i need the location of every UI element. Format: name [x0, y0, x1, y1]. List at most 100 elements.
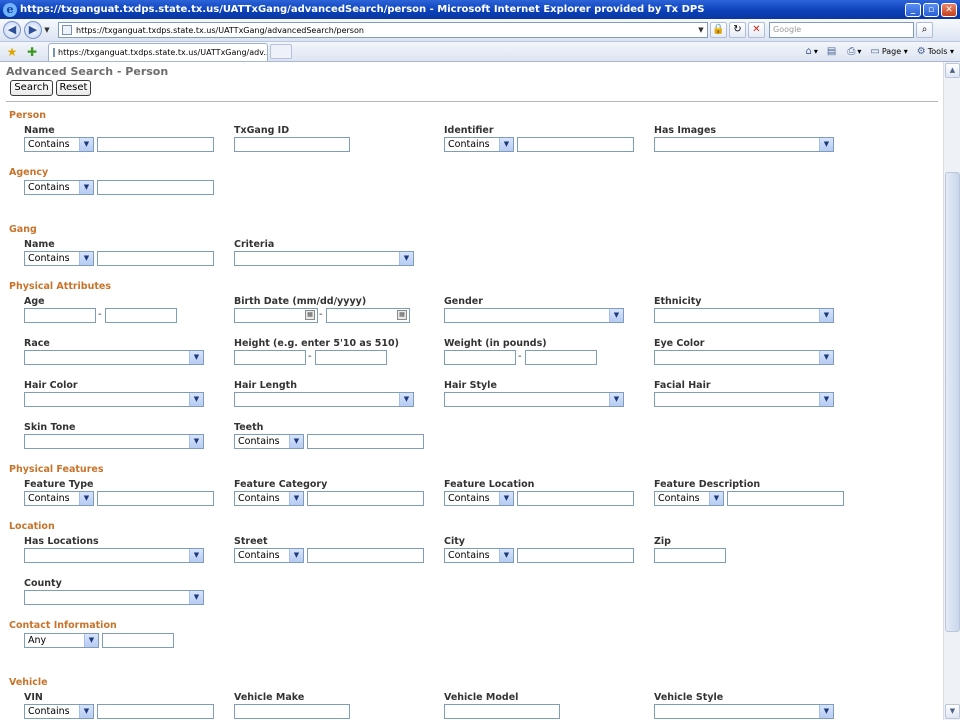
feature-description-operator-select[interactable]: Contains ▼ — [654, 491, 724, 506]
gang-name-input[interactable] — [97, 251, 214, 266]
zip-input[interactable] — [654, 548, 726, 563]
minimize-button[interactable]: _ — [905, 2, 921, 17]
label-teeth: Teeth — [234, 422, 264, 433]
refresh-icon[interactable]: ↻ — [729, 22, 746, 38]
vehicle-make-input[interactable] — [234, 704, 350, 719]
name-input[interactable] — [97, 137, 214, 152]
vin-input[interactable] — [97, 704, 214, 719]
lock-icon[interactable]: 🔒 — [710, 22, 727, 38]
identifier-operator-select[interactable]: Contains ▼ — [444, 137, 514, 152]
identifier-input[interactable] — [517, 137, 634, 152]
search-input[interactable]: Google — [769, 22, 914, 38]
tab-current[interactable]: https://txganguat.txdps.state.tx.us/UATT… — [48, 42, 268, 61]
search-icon[interactable]: ⌕ — [916, 22, 933, 38]
calendar-icon[interactable]: ▦ — [305, 310, 315, 320]
label-height: Height (e.g. enter 5'10 as 510) — [234, 338, 399, 349]
has-locations-select[interactable]: ▼ — [24, 548, 204, 563]
home-icon: ⌂ — [805, 46, 812, 57]
agency-operator-select[interactable]: Contains ▼ — [24, 180, 94, 195]
section-gang: Gang — [9, 224, 37, 235]
race-select[interactable]: ▼ — [24, 350, 204, 365]
vehicle-model-input[interactable] — [444, 704, 560, 719]
chevron-down-icon: ▼ — [609, 393, 623, 406]
street-operator-select[interactable]: Contains ▼ — [234, 548, 304, 563]
chevron-down-icon: ▼ — [189, 549, 203, 562]
street-input[interactable] — [307, 548, 424, 563]
address-bar[interactable]: https://txganguat.txdps.state.tx.us/UATT… — [58, 22, 708, 38]
label-hair-style: Hair Style — [444, 380, 497, 391]
label-has-locations: Has Locations — [24, 536, 99, 547]
page-title: Advanced Search - Person — [6, 65, 169, 78]
feature-type-input[interactable] — [97, 491, 214, 506]
history-dropdown-icon[interactable]: ▼ — [42, 26, 52, 34]
chevron-down-icon: ▼ — [79, 705, 93, 718]
feature-location-input[interactable] — [517, 491, 634, 506]
contact-type-select[interactable]: Any ▼ — [24, 633, 99, 648]
hair-length-select[interactable]: ▼ — [234, 392, 414, 407]
name-operator-select[interactable]: Contains ▼ — [24, 137, 94, 152]
has-images-select[interactable]: ▼ — [654, 137, 834, 152]
label-vin: VIN — [24, 692, 43, 703]
height-from-input[interactable] — [234, 350, 306, 365]
feeds-button[interactable]: ▤ — [827, 46, 838, 57]
home-button[interactable]: ⌂ ▾ — [806, 46, 818, 57]
add-favorites-icon[interactable]: ✚ — [24, 45, 40, 59]
ethnicity-select[interactable]: ▼ — [654, 308, 834, 323]
vertical-scrollbar[interactable]: ▲ ▼ — [943, 62, 960, 720]
txgang-id-input[interactable] — [234, 137, 350, 152]
gang-name-operator-select[interactable]: Contains ▼ — [24, 251, 94, 266]
chevron-down-icon: ▼ — [399, 252, 413, 265]
hair-style-select[interactable]: ▼ — [444, 392, 624, 407]
label-feature-description: Feature Description — [654, 479, 761, 490]
feature-category-operator-select[interactable]: Contains ▼ — [234, 491, 304, 506]
feature-type-operator-select[interactable]: Contains ▼ — [24, 491, 94, 506]
county-select[interactable]: ▼ — [24, 590, 204, 605]
teeth-input[interactable] — [307, 434, 424, 449]
restore-button[interactable]: ▫ — [923, 2, 939, 17]
forward-button[interactable]: ▶ — [24, 21, 42, 39]
agency-input[interactable] — [97, 180, 214, 195]
criteria-select[interactable]: ▼ — [234, 251, 414, 266]
section-agency: Agency — [9, 167, 49, 178]
weight-to-input[interactable] — [525, 350, 597, 365]
close-button[interactable]: ✕ — [941, 2, 957, 17]
feature-description-input[interactable] — [727, 491, 844, 506]
vehicle-style-select[interactable]: ▼ — [654, 704, 834, 719]
eye-color-select[interactable]: ▼ — [654, 350, 834, 365]
reset-button[interactable]: Reset — [56, 80, 91, 96]
print-button[interactable]: ⎙ ▾ — [847, 46, 861, 57]
vin-operator-select[interactable]: Contains ▼ — [24, 704, 94, 719]
weight-range-dash: - — [518, 351, 522, 362]
facial-hair-select[interactable]: ▼ — [654, 392, 834, 407]
page-menu[interactable]: ▭ Page ▾ — [870, 46, 907, 57]
address-url[interactable]: https://txganguat.txdps.state.tx.us/UATT… — [76, 26, 695, 35]
calendar-icon[interactable]: ▦ — [397, 310, 407, 320]
stop-icon[interactable]: ✕ — [748, 22, 765, 38]
tab-toolbar: ★ ✚ https://txganguat.txdps.state.tx.us/… — [0, 42, 960, 62]
window-title-bar: e https://txganguat.txdps.state.tx.us/UA… — [0, 0, 960, 19]
scroll-down-icon[interactable]: ▼ — [945, 704, 960, 719]
favorites-star-icon[interactable]: ★ — [4, 45, 20, 59]
address-dropdown-icon[interactable]: ▼ — [695, 26, 707, 34]
search-button[interactable]: Search — [10, 80, 53, 96]
back-button[interactable]: ◀ — [3, 21, 21, 39]
scroll-up-icon[interactable]: ▲ — [945, 63, 960, 78]
skin-tone-select[interactable]: ▼ — [24, 434, 204, 449]
weight-from-input[interactable] — [444, 350, 516, 365]
new-tab-button[interactable] — [270, 44, 292, 59]
age-to-input[interactable] — [105, 308, 177, 323]
height-to-input[interactable] — [315, 350, 387, 365]
feature-location-operator-select[interactable]: Contains ▼ — [444, 491, 514, 506]
feature-category-input[interactable] — [307, 491, 424, 506]
city-input[interactable] — [517, 548, 634, 563]
teeth-operator-select[interactable]: Contains ▼ — [234, 434, 304, 449]
scroll-thumb[interactable] — [945, 172, 960, 632]
city-operator-select[interactable]: Contains ▼ — [444, 548, 514, 563]
gender-select[interactable]: ▼ — [444, 308, 624, 323]
age-from-input[interactable] — [24, 308, 96, 323]
hair-color-select[interactable]: ▼ — [24, 392, 204, 407]
divider — [6, 101, 938, 102]
contact-input[interactable] — [102, 633, 174, 648]
label-ethnicity: Ethnicity — [654, 296, 702, 307]
tools-menu[interactable]: ⚙ Tools ▾ — [917, 46, 954, 57]
